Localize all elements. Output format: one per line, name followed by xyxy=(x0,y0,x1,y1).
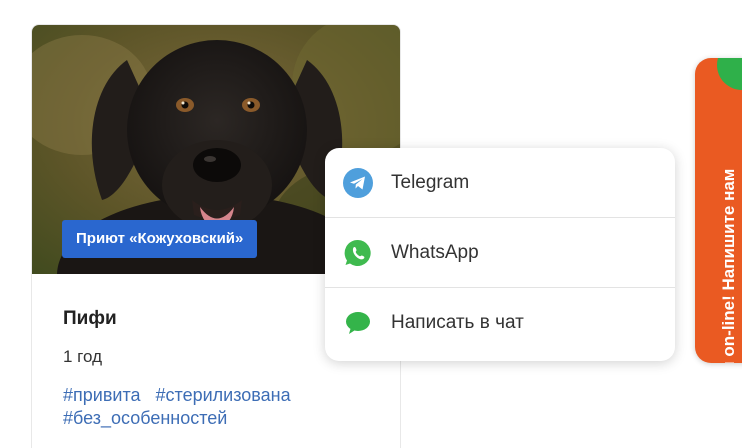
page: Приют «Кожуховский» Пифи 1 год #привита … xyxy=(0,0,742,448)
contact-item-telegram[interactable]: Telegram xyxy=(325,148,675,218)
contact-item-chat[interactable]: Написать в чат xyxy=(325,288,675,358)
tag-link[interactable]: #стерилизована xyxy=(156,385,291,405)
chat-bubble-icon xyxy=(343,308,373,338)
online-chat-tab[interactable]: Мы on-line! Напишите нам xyxy=(695,58,742,363)
online-chat-tab-label: Мы on-line! Напишите нам xyxy=(719,168,738,363)
shelter-badge[interactable]: Приют «Кожуховский» xyxy=(62,220,258,258)
contact-label: Telegram xyxy=(391,171,470,193)
tag-link[interactable]: #без_особенностей xyxy=(63,408,227,428)
whatsapp-icon xyxy=(343,238,373,268)
status-indicator xyxy=(717,58,742,90)
contact-item-whatsapp[interactable]: WhatsApp xyxy=(325,218,675,288)
telegram-icon xyxy=(343,167,373,198)
pet-tags: #привита #стерилизована #без_особенносте… xyxy=(63,384,383,430)
tag-link[interactable]: #привита xyxy=(63,385,141,405)
contact-label: WhatsApp xyxy=(391,241,479,263)
contact-label: Написать в чат xyxy=(391,312,524,333)
contact-popup: Telegram WhatsApp Написать в чат xyxy=(325,148,675,361)
